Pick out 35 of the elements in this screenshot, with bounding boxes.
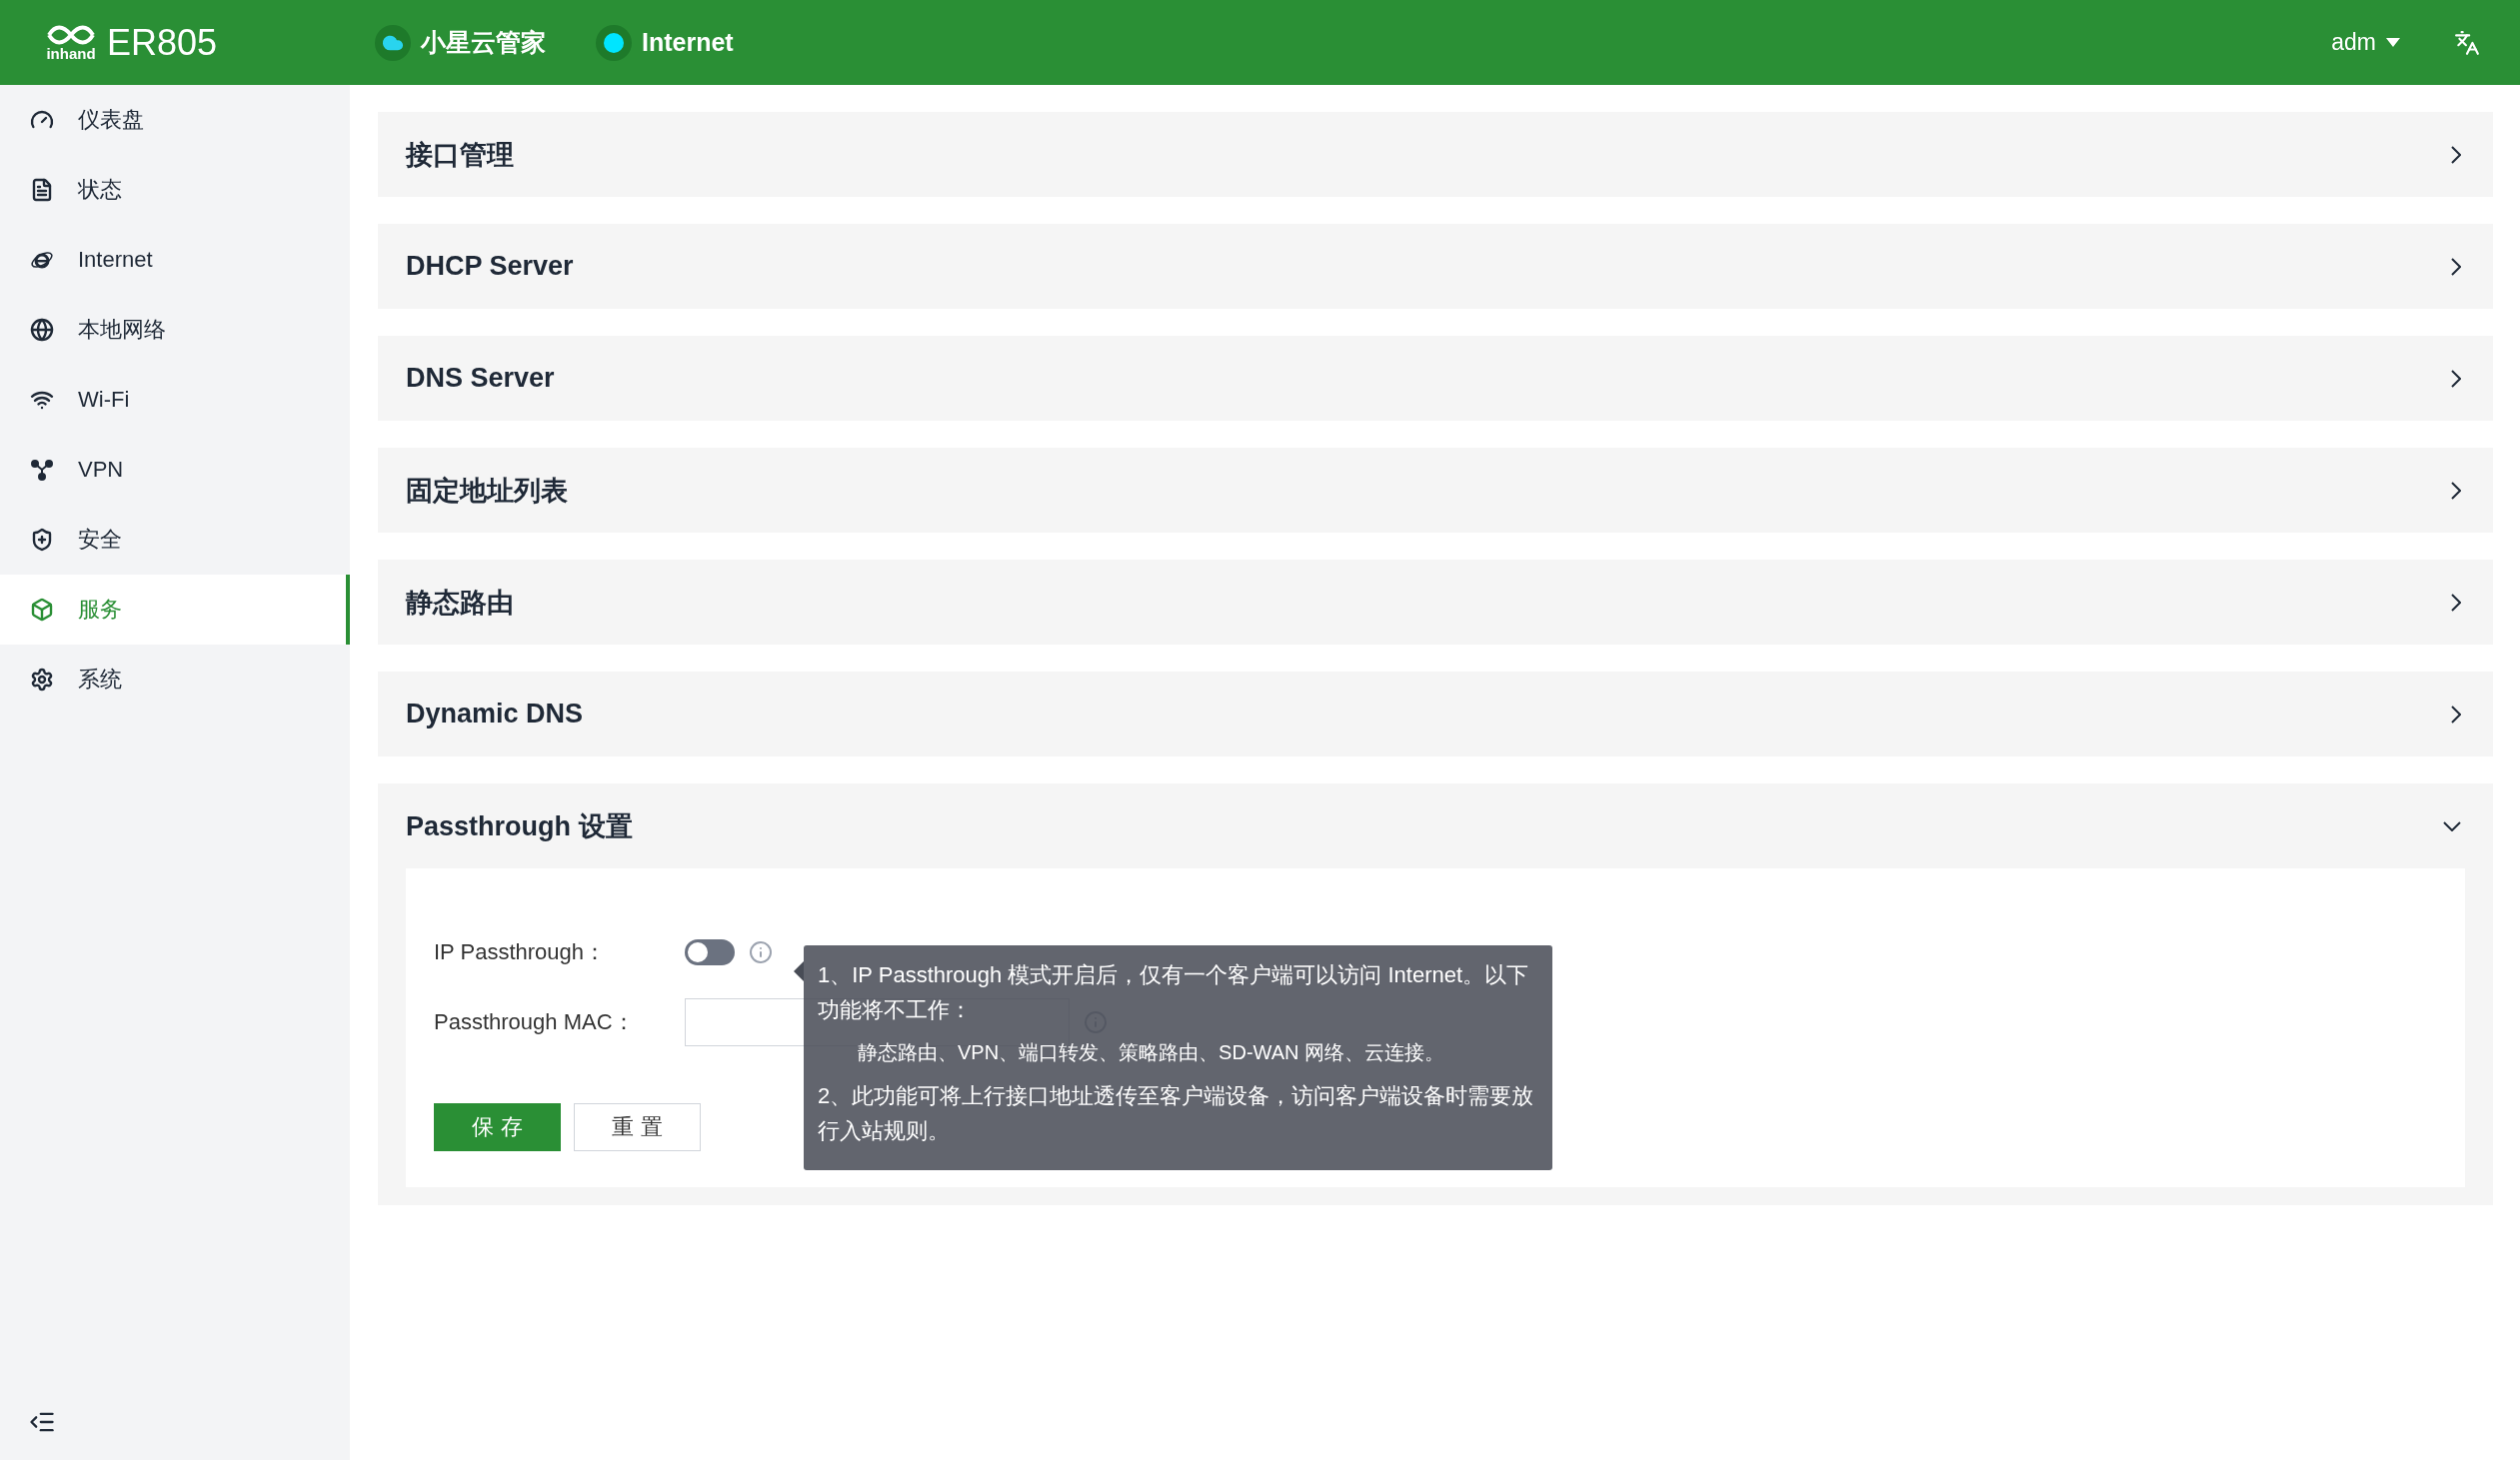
- sidebar-item[interactable]: 安全: [0, 505, 350, 575]
- panel-header[interactable]: Passthrough 设置: [378, 783, 2493, 868]
- sidebar-item[interactable]: 本地网络: [0, 295, 350, 365]
- user-menu[interactable]: adm: [2325, 28, 2406, 57]
- sidebar-item[interactable]: 服务: [0, 575, 350, 645]
- tooltip-text: 2、此功能可将上行接口地址透传至客户端设备，访问客户端设备时需要放行入站规则。: [818, 1082, 1535, 1145]
- sidebar-item[interactable]: 状态: [0, 155, 350, 225]
- tooltip-text: 静态路由、VPN、端口转发、策略路由、SD-WAN 网络、云连接。: [857, 1040, 1446, 1065]
- panel-header[interactable]: 固定地址列表: [378, 448, 2493, 533]
- panel-header[interactable]: Dynamic DNS: [378, 672, 2493, 756]
- field-label: IP Passthrough：: [434, 938, 608, 966]
- panel-title: 静态路由: [406, 586, 514, 620]
- save-button[interactable]: 保 存: [434, 1103, 561, 1151]
- panel-title: Passthrough 设置: [406, 809, 633, 843]
- status-label: Internet: [642, 28, 734, 57]
- panel-title: 固定地址列表: [406, 474, 568, 508]
- panel-title: DHCP Server: [406, 251, 574, 282]
- sidebar-item[interactable]: Internet: [0, 225, 350, 295]
- panel-title: 接口管理: [406, 138, 514, 172]
- reset-button[interactable]: 重 置: [574, 1103, 701, 1151]
- panel-title: DNS Server: [406, 363, 555, 394]
- sidebar-item[interactable]: Wi-Fi: [0, 365, 350, 435]
- panel-header[interactable]: DHCP Server: [378, 224, 2493, 309]
- panel-header[interactable]: 静态路由: [378, 560, 2493, 645]
- status-label: 小星云管家: [421, 27, 546, 58]
- panel-header[interactable]: DNS Server: [378, 336, 2493, 421]
- panel-title: Dynamic DNS: [406, 699, 584, 730]
- field-label: Passthrough MAC：: [434, 1008, 636, 1036]
- model-name: ER805: [107, 21, 218, 64]
- sidebar-item[interactable]: VPN: [0, 435, 350, 505]
- panel-header[interactable]: 接口管理: [378, 112, 2493, 197]
- logo-text: inhand: [46, 46, 96, 61]
- sidebar-item[interactable]: 仪表盘: [0, 85, 350, 155]
- tooltip-text: 1、IP Passthrough 模式开启后，仅有一个客户端可以访问 Internet。以下功能将不工作：: [818, 961, 1530, 1024]
- sidebar-item[interactable]: 系统: [0, 645, 350, 715]
